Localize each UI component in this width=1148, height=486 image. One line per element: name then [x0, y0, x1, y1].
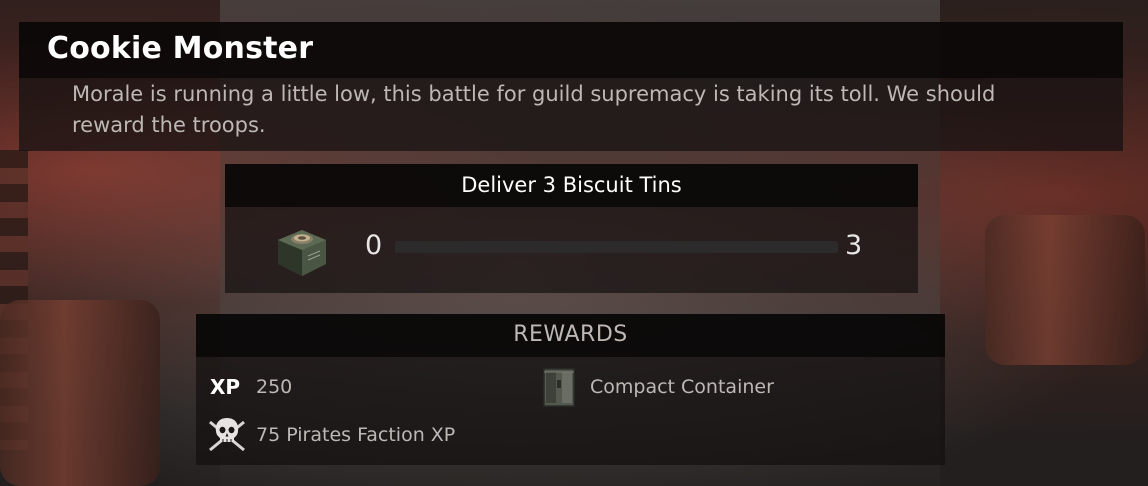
- progress-target: 3: [845, 230, 863, 261]
- quest-title: Cookie Monster: [47, 31, 314, 66]
- progress-bar: [395, 241, 838, 253]
- rewards-header: REWARDS: [196, 314, 945, 357]
- objective-header: Deliver 3 Biscuit Tins: [225, 164, 918, 207]
- progress-current: 0: [365, 230, 383, 261]
- background-barrel-left: [0, 300, 160, 486]
- background-barrel-right: [985, 215, 1145, 365]
- biscuit-tin-icon: [278, 230, 326, 276]
- objective-label: Deliver 3 Biscuit Tins: [461, 173, 682, 197]
- rewards-panel: REWARDS XP 250 75 Pirates Faction XP Com…: [196, 314, 945, 465]
- pirate-skull-icon: [209, 418, 245, 452]
- quest-description: Morale is running a little low, this bat…: [72, 82, 996, 137]
- compact-container-icon: [543, 368, 575, 407]
- item-reward: Compact Container: [590, 376, 774, 398]
- quest-banner: Cookie Monster Morale is running a littl…: [19, 22, 1123, 151]
- faction-xp-reward: 75 Pirates Faction XP: [256, 424, 456, 446]
- objective-panel: Deliver 3 Biscuit Tins 0 3: [225, 164, 918, 293]
- xp-label: XP: [210, 375, 241, 399]
- quest-header: Cookie Monster: [19, 22, 1123, 78]
- xp-value: 250: [256, 376, 293, 398]
- rewards-heading: REWARDS: [513, 322, 628, 347]
